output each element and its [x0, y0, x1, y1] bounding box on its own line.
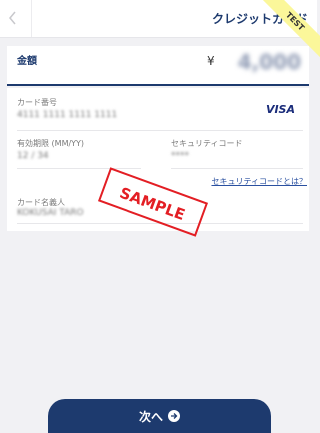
amount-panel: 金額 ¥ 4,000 — [7, 46, 309, 86]
card-holder-label: カード名義人 — [17, 198, 65, 207]
amount-value: 4,000 — [237, 50, 301, 74]
currency-symbol: ¥ — [207, 54, 215, 68]
expiry-label: 有効期限 (MM/YY) — [17, 139, 85, 148]
visa-logo: VISA — [265, 103, 295, 116]
arrow-right-icon — [168, 410, 180, 422]
divider — [171, 168, 303, 169]
card-number-label: カード番号 — [17, 98, 57, 107]
security-code-help-link[interactable]: セキュリティコードとは？ — [211, 176, 307, 187]
card-holder-field[interactable]: KOKUSAI TARO — [17, 208, 84, 218]
next-button[interactable]: 次へ — [48, 399, 271, 433]
amount-label: 金額 — [17, 56, 37, 67]
chevron-left-icon — [9, 11, 16, 25]
card-number-field[interactable]: 4111 1111 1111 1111 — [17, 110, 117, 120]
security-code-label: セキュリティコード — [171, 139, 243, 148]
back-button[interactable] — [0, 0, 32, 37]
divider — [17, 130, 303, 131]
security-code-field[interactable]: **** — [171, 151, 189, 161]
expiry-field[interactable]: 12 / 34 — [17, 151, 49, 161]
next-button-label: 次へ — [138, 409, 163, 424]
divider — [17, 168, 141, 169]
